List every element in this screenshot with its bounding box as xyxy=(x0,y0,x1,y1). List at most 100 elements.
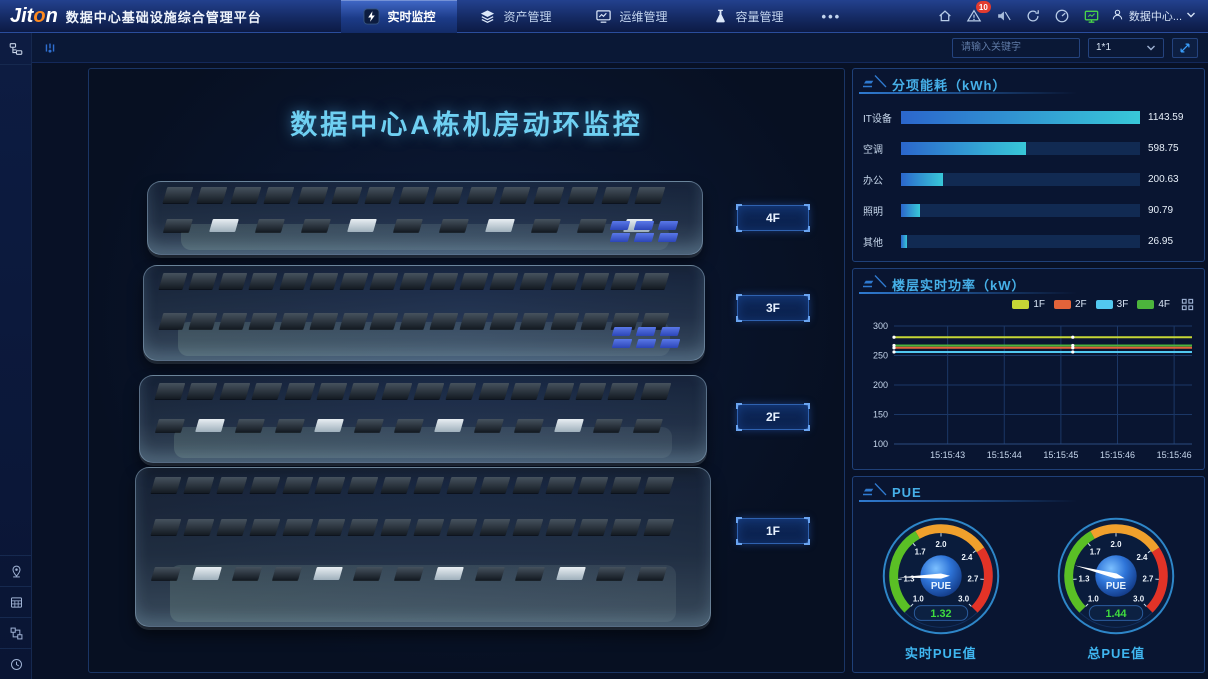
gauge-tick-label: 1.0 xyxy=(1088,595,1100,604)
rack-unit xyxy=(580,313,609,329)
rack-unit xyxy=(400,313,429,329)
energy-bar-label: IT设备 xyxy=(863,110,901,125)
panel-energy-header: 分项能耗（kWh） xyxy=(853,69,1204,94)
rack-unit xyxy=(209,219,239,232)
topbar-icons: 10 xyxy=(937,8,1100,25)
rack-unit xyxy=(475,567,505,580)
rack-unit xyxy=(578,519,609,535)
rack-unit xyxy=(155,419,185,432)
rack-unit xyxy=(187,383,218,399)
panel-energy-title: 分项能耗（kWh） xyxy=(892,75,1006,94)
corner-bracket xyxy=(736,539,742,545)
floor-button-1f[interactable]: 1F xyxy=(737,518,809,544)
panel-power: 楼层实时功率（kW） 1F2F3F4F 10015020025030015:15… xyxy=(852,268,1205,470)
energy-bar-fill xyxy=(901,142,1026,155)
energy-bar-track xyxy=(901,111,1140,124)
rack-unit xyxy=(568,187,599,203)
alarm-icon[interactable]: 10 xyxy=(966,8,982,24)
legend-swatch xyxy=(1096,300,1113,309)
flow-link-icon[interactable] xyxy=(0,617,32,648)
home-icon[interactable] xyxy=(937,8,953,24)
y-tick-label: 150 xyxy=(873,410,888,420)
rack-unit xyxy=(414,383,445,399)
legend-item-1f[interactable]: 1F xyxy=(1012,299,1045,310)
floor-button-2f[interactable]: 2F xyxy=(737,404,809,430)
legend-item-2f[interactable]: 2F xyxy=(1054,299,1087,310)
rack-unit xyxy=(315,519,346,535)
rack-unit xyxy=(381,477,412,493)
rack-unit xyxy=(348,477,379,493)
user-menu[interactable]: 数据中心... xyxy=(1110,7,1196,25)
corner-bracket xyxy=(736,226,742,232)
panel-header-icon xyxy=(861,275,887,293)
floor-button-4f[interactable]: 4F xyxy=(737,205,809,231)
layout-select[interactable]: 1*1 xyxy=(1088,38,1164,58)
power-line-chart: 10015020025030015:15:4315:15:4415:15:451… xyxy=(856,312,1201,464)
brand-accent: o xyxy=(33,5,45,28)
legend-item-4f[interactable]: 4F xyxy=(1137,299,1170,310)
corner-bracket xyxy=(736,316,742,322)
floor-button-label: 4F xyxy=(766,211,780,225)
building-floor-3f xyxy=(143,265,705,361)
legend-items: 1F 2F 3F 4F xyxy=(1012,299,1170,310)
history-clock-icon[interactable] xyxy=(0,648,32,679)
nav-item-label: 容量管理 xyxy=(736,8,784,25)
corner-bracket xyxy=(804,316,810,322)
x-tick-label: 15:15:46 xyxy=(1157,450,1192,460)
rack-unit xyxy=(545,519,576,535)
nav-more-button[interactable]: ••• xyxy=(806,9,858,24)
rack-unit-blue xyxy=(658,221,679,230)
search-input[interactable] xyxy=(952,38,1080,58)
rack-unit xyxy=(315,477,346,493)
nav-item-1[interactable]: 实时监控 xyxy=(341,0,457,33)
legend-item-3f[interactable]: 3F xyxy=(1096,299,1129,310)
panel-pue: PUE 1.01.31.72.02.42.73.0PUE1.32实时PUE值1.… xyxy=(852,476,1205,673)
data-point xyxy=(1071,336,1074,339)
rack-unit xyxy=(230,187,261,203)
rack-unit xyxy=(543,383,574,399)
nav-item-3[interactable]: 运维管理 xyxy=(573,0,689,33)
building-3d-view[interactable] xyxy=(89,69,844,672)
rack-unit xyxy=(511,383,542,399)
rack-unit xyxy=(192,567,222,580)
layers-icon xyxy=(479,8,496,25)
gauge-center-label: PUE xyxy=(931,581,952,592)
rack-unit xyxy=(217,477,248,493)
location-icon[interactable] xyxy=(0,555,32,586)
rack-unit xyxy=(556,567,586,580)
floor-button-label: 2F xyxy=(766,410,780,424)
brand-logo[interactable]: Jiton xyxy=(10,5,58,28)
rack-unit xyxy=(434,419,464,432)
gauge-tick-label: 3.0 xyxy=(958,595,970,604)
rack-unit xyxy=(399,187,430,203)
mute-icon[interactable] xyxy=(995,8,1012,24)
y-tick-label: 200 xyxy=(873,380,888,390)
rack-unit-blue xyxy=(610,221,631,230)
rack-unit xyxy=(275,419,305,432)
calendar-grid-icon[interactable] xyxy=(0,586,32,617)
rack-unit xyxy=(400,273,429,289)
device-tree-toggle-icon[interactable] xyxy=(0,33,32,65)
corner-bracket xyxy=(736,425,742,431)
chevron-down-icon xyxy=(1146,44,1156,52)
user-name: 数据中心... xyxy=(1129,8,1182,24)
rack-unit-blue xyxy=(612,339,633,348)
chart-settings-icon[interactable] xyxy=(1181,298,1194,311)
rack-unit xyxy=(232,567,262,580)
nav-item-2[interactable]: 资产管理 xyxy=(457,0,573,33)
gauge-tick-label: 2.0 xyxy=(1111,540,1123,549)
monitor-status-icon[interactable] xyxy=(1083,8,1100,25)
fullscreen-expand-icon[interactable] xyxy=(1172,38,1198,58)
rack-unit xyxy=(151,477,182,493)
nav-item-4[interactable]: 容量管理 xyxy=(690,0,806,33)
layout-columns-icon[interactable] xyxy=(42,40,58,56)
floor-button-3f[interactable]: 3F xyxy=(737,295,809,321)
corner-bracket xyxy=(804,294,810,300)
refresh-icon[interactable] xyxy=(1025,8,1041,24)
app-root: Jiton 数据中心基础设施综合管理平台 实时监控资产管理运维管理容量管理 ••… xyxy=(0,0,1208,679)
dashboard-icon[interactable] xyxy=(1054,8,1070,24)
pue-gauge-svg: 1.01.31.72.02.42.73.0PUE1.44 xyxy=(1042,514,1190,640)
gauge-tick-label: 2.7 xyxy=(967,574,979,583)
legend-swatch xyxy=(1012,300,1029,309)
corner-bracket xyxy=(736,204,742,210)
